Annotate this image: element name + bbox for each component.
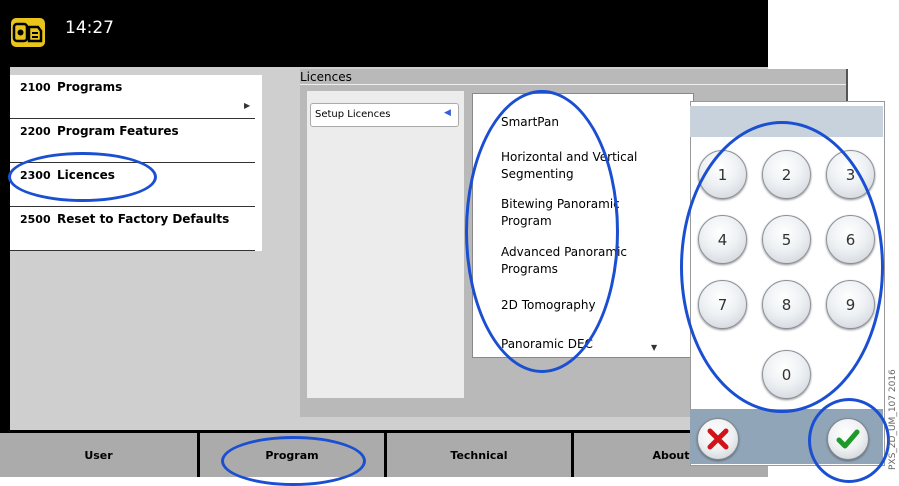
key-6[interactable]: 6 bbox=[826, 215, 875, 264]
dialog-title: Licences bbox=[300, 70, 352, 84]
key-3[interactable]: 3 bbox=[826, 150, 875, 199]
arrow-right-icon: ▶ bbox=[244, 101, 251, 110]
cross-icon bbox=[707, 428, 729, 450]
figure-code: PXS_2D_UM_107 2016 bbox=[886, 355, 898, 470]
confirm-button[interactable] bbox=[827, 418, 869, 460]
top-bar: 14:27 bbox=[0, 0, 768, 64]
scroll-down-icon[interactable]: ▼ bbox=[651, 343, 657, 352]
menu-item-label: Program Features bbox=[57, 124, 179, 138]
cancel-button[interactable] bbox=[697, 418, 739, 460]
list-item[interactable]: Advanced Panoramic Programs bbox=[501, 244, 661, 278]
menu-item-label: Reset to Factory Defaults bbox=[57, 212, 230, 226]
list-item[interactable]: Bitewing Panoramic Program bbox=[501, 196, 661, 230]
divider bbox=[300, 84, 846, 85]
key-1[interactable]: 1 bbox=[698, 150, 747, 199]
setup-licences-button[interactable]: Setup Licences ◀ bbox=[310, 103, 459, 127]
tab-technical[interactable]: Technical bbox=[387, 433, 571, 477]
list-item[interactable]: SmartPan bbox=[501, 114, 661, 131]
unit-icon bbox=[11, 18, 45, 47]
list-item[interactable]: 2D Tomography bbox=[501, 297, 661, 314]
key-5[interactable]: 5 bbox=[762, 215, 811, 264]
list-item[interactable]: Panoramic DEC bbox=[501, 336, 661, 353]
key-4[interactable]: 4 bbox=[698, 215, 747, 264]
key-8[interactable]: 8 bbox=[762, 280, 811, 329]
menu-item-reset[interactable]: 2500 Reset to Factory Defaults bbox=[10, 207, 255, 251]
setup-licences-label: Setup Licences bbox=[315, 109, 391, 120]
menu-item-label: Programs bbox=[57, 80, 123, 94]
menu-item-licences[interactable]: 2300 Licences bbox=[10, 163, 255, 207]
bottom-nav: User Program Technical About bbox=[0, 433, 768, 477]
key-9[interactable]: 9 bbox=[826, 280, 875, 329]
tab-user[interactable]: User bbox=[0, 433, 197, 477]
figure-code-text: PXS_2D_UM_107 2016 bbox=[888, 369, 898, 470]
program-menu: 2100 Programs ▶ 2200 Program Features 23… bbox=[10, 75, 262, 251]
menu-item-programs[interactable]: 2100 Programs ▶ bbox=[10, 75, 255, 119]
arrow-left-icon: ◀ bbox=[444, 108, 451, 118]
menu-item-code: 2500 bbox=[20, 213, 51, 226]
setup-panel bbox=[307, 91, 464, 398]
menu-item-label: Licences bbox=[57, 168, 115, 182]
menu-item-code: 2300 bbox=[20, 169, 51, 182]
check-icon bbox=[836, 429, 860, 449]
keypad-display bbox=[690, 106, 883, 137]
key-7[interactable]: 7 bbox=[698, 280, 747, 329]
menu-item-code: 2100 bbox=[20, 81, 51, 94]
licence-list[interactable]: SmartPan Horizontal and Vertical Segment… bbox=[472, 93, 694, 358]
key-0[interactable]: 0 bbox=[762, 350, 811, 399]
list-item[interactable]: Horizontal and Vertical Segmenting bbox=[501, 149, 661, 183]
tab-program[interactable]: Program bbox=[200, 433, 384, 477]
clock: 14:27 bbox=[65, 18, 114, 38]
menu-item-code: 2200 bbox=[20, 125, 51, 138]
key-2[interactable]: 2 bbox=[762, 150, 811, 199]
menu-item-program-features[interactable]: 2200 Program Features bbox=[10, 119, 255, 163]
